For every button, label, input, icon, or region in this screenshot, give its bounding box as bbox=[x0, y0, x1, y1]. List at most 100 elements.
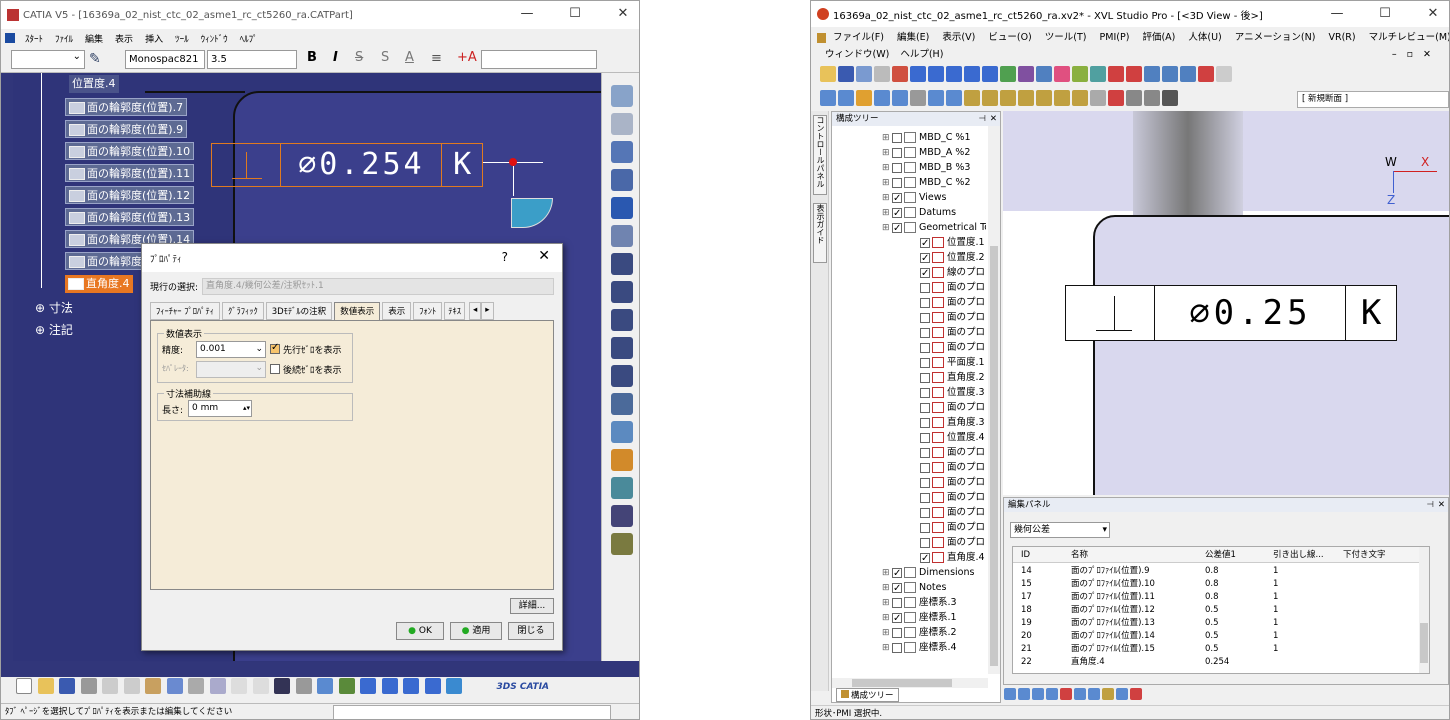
tab-scroll-right[interactable]: ▸ bbox=[481, 302, 494, 320]
tree-node[interactable]: ⊞ 座標系.1 bbox=[882, 610, 957, 626]
cube-icon[interactable] bbox=[1090, 90, 1106, 106]
layer-icon[interactable] bbox=[1072, 66, 1088, 82]
visibility-checkbox[interactable] bbox=[920, 342, 930, 353]
tree-node[interactable]: 面のプロファイル bbox=[910, 505, 986, 520]
xvl-fcf-frame[interactable]: ∅0.25 K bbox=[1065, 285, 1397, 341]
expand-icon[interactable]: ⊕ bbox=[35, 323, 45, 337]
panel-tool-icon[interactable] bbox=[1130, 688, 1142, 700]
tree-node[interactable]: 面のプロファイル bbox=[910, 445, 986, 460]
strike-button[interactable]: S bbox=[355, 50, 363, 65]
select-icon[interactable] bbox=[1000, 66, 1016, 82]
visibility-checkbox[interactable] bbox=[920, 297, 930, 308]
toolbar-tool-icon[interactable] bbox=[610, 337, 633, 359]
xvl-menu-pmi[interactable]: PMI(P) bbox=[1100, 32, 1130, 43]
tree-node[interactable]: 直角度.2 bbox=[910, 370, 985, 385]
tab-3d-annotation[interactable]: 3Dﾓﾃﾞﾙの注釈 bbox=[265, 302, 333, 320]
toolbar-tool-icon[interactable] bbox=[610, 281, 633, 303]
toolbar-tool-icon[interactable] bbox=[610, 85, 633, 107]
pick-icon[interactable] bbox=[1018, 66, 1034, 82]
expand-icon[interactable]: ⊕ bbox=[35, 301, 45, 315]
expand-icon[interactable]: ⊞ bbox=[882, 146, 892, 161]
visibility-checkbox[interactable] bbox=[920, 327, 930, 338]
cylinder-icon[interactable] bbox=[1162, 90, 1178, 106]
tree-node[interactable]: ⊞ 座標系.4 bbox=[882, 640, 957, 655]
tree-node[interactable]: 面のプロファイル bbox=[910, 475, 986, 490]
toolbar-tool-icon[interactable] bbox=[610, 197, 633, 219]
menu-start[interactable]: ｽﾀｰﾄ bbox=[19, 32, 49, 45]
expand-icon[interactable]: ⊞ bbox=[882, 611, 892, 626]
visibility-checkbox[interactable] bbox=[892, 162, 902, 173]
normal-view-icon[interactable] bbox=[446, 678, 462, 694]
visibility-checkbox[interactable] bbox=[892, 191, 902, 206]
tree-node[interactable]: 位置度.3 bbox=[910, 385, 985, 400]
fit-icon[interactable] bbox=[982, 66, 998, 82]
save-icon[interactable] bbox=[59, 678, 75, 694]
dialog-close-button[interactable]: ✕ bbox=[538, 248, 550, 264]
tree-notes[interactable]: ⊕ 注記 bbox=[35, 321, 73, 338]
print-icon[interactable] bbox=[80, 678, 97, 694]
tree-node[interactable]: 位置度.1 bbox=[910, 235, 985, 251]
expand-icon[interactable]: ⊞ bbox=[882, 176, 892, 191]
tree-node[interactable]: 直角度.4 bbox=[910, 550, 985, 566]
underline-button[interactable]: A bbox=[405, 50, 414, 65]
comment-icon[interactable] bbox=[252, 678, 269, 694]
xvl-menu-tools[interactable]: ツール(T) bbox=[1045, 32, 1087, 43]
open-icon[interactable] bbox=[820, 66, 836, 82]
xvl-menu-multireview[interactable]: マルチレビュー(M) bbox=[1369, 32, 1449, 43]
xvl-menu-viewpoint[interactable]: ビュー(O) bbox=[988, 32, 1031, 43]
zoom-in-icon[interactable] bbox=[403, 678, 419, 694]
filter-icon[interactable] bbox=[1090, 66, 1106, 82]
toolbar-tool-icon[interactable] bbox=[610, 309, 633, 331]
menu-help[interactable]: ﾍﾙﾌﾟ bbox=[234, 32, 264, 45]
panel-tool-icon[interactable] bbox=[1032, 688, 1044, 700]
table-row[interactable]: 22 直角度.4 0.254 bbox=[1013, 656, 1429, 669]
panel-close-icon[interactable]: ✕ bbox=[990, 112, 997, 126]
tree-node[interactable]: 面のプロファイル bbox=[910, 280, 986, 295]
panel-tool-icon[interactable] bbox=[1116, 688, 1128, 700]
panel-tool-icon[interactable] bbox=[1060, 688, 1072, 700]
toolbar-tool-icon[interactable] bbox=[610, 505, 633, 527]
tree-node[interactable]: 面のプロファイル bbox=[910, 400, 986, 415]
col-name[interactable]: 名称 bbox=[1071, 547, 1088, 563]
tree-item-profile12[interactable]: 面の輪郭度(位置).12 bbox=[65, 186, 195, 204]
table-row[interactable]: 15 面のﾌﾟﾛﾌｧｲﾙ(位置).10 0.8 1 bbox=[1013, 578, 1429, 591]
tab-font[interactable]: ﾌｫﾝﾄ bbox=[413, 302, 443, 320]
xvl-menu-vr[interactable]: VR(R) bbox=[1328, 32, 1355, 43]
visibility-checkbox[interactable] bbox=[920, 312, 930, 323]
visibility-checkbox[interactable] bbox=[920, 507, 930, 518]
menu-view[interactable]: 表示 bbox=[109, 32, 139, 45]
expand-icon[interactable]: ⊞ bbox=[882, 581, 892, 596]
cube-icon[interactable] bbox=[1054, 90, 1070, 106]
tree-node[interactable]: 位置度.4 bbox=[910, 430, 985, 445]
pmi-icon[interactable] bbox=[928, 90, 944, 106]
visibility-checkbox[interactable] bbox=[892, 611, 902, 626]
tree-item-perpendicularity4[interactable]: 直角度.4 bbox=[65, 275, 133, 293]
table-row[interactable]: 14 面のﾌﾟﾛﾌｧｲﾙ(位置).9 0.8 1 bbox=[1013, 565, 1429, 578]
visibility-checkbox[interactable] bbox=[920, 551, 930, 566]
xvl-close-button[interactable]: ✕ bbox=[1417, 1, 1449, 29]
expand-icon[interactable]: ⊞ bbox=[882, 131, 892, 146]
tree-node[interactable]: 面のプロファイル bbox=[910, 310, 986, 325]
redo-icon[interactable] bbox=[874, 66, 890, 82]
xvl-menu-help[interactable]: ヘルプ(H) bbox=[900, 49, 943, 60]
xvl-3d-view[interactable]: W X Z ∅0.25 K bbox=[1003, 111, 1449, 495]
tree-node[interactable]: 位置度.2 bbox=[910, 250, 985, 266]
tree-item-profile9[interactable]: 面の輪郭度(位置).9 bbox=[65, 120, 188, 138]
anim-icon[interactable] bbox=[1216, 66, 1232, 82]
undo-icon[interactable] bbox=[166, 678, 183, 694]
visibility-checkbox[interactable] bbox=[892, 642, 902, 653]
whats-this-icon[interactable] bbox=[209, 678, 226, 694]
cube-icon[interactable] bbox=[1036, 90, 1052, 106]
side-tab-display-guide[interactable]: 表示ガイド bbox=[813, 203, 827, 263]
visibility-checkbox[interactable] bbox=[892, 206, 902, 221]
tree-node[interactable]: 直角度.3 bbox=[910, 415, 985, 430]
xvl-minimize-button[interactable]: — bbox=[1321, 1, 1353, 29]
toolbar-tool-icon[interactable] bbox=[610, 141, 633, 163]
pan-icon[interactable] bbox=[360, 678, 376, 694]
length-spinner[interactable]: 0 mm ▴▾ bbox=[188, 400, 252, 417]
tree-node[interactable]: 平面度.1 bbox=[910, 355, 985, 370]
visibility-checkbox[interactable] bbox=[892, 581, 902, 596]
tree-node[interactable]: 面のプロファイル bbox=[910, 340, 986, 355]
panel-tool-icon[interactable] bbox=[1004, 688, 1016, 700]
toolbar-tool-icon[interactable] bbox=[610, 449, 633, 471]
